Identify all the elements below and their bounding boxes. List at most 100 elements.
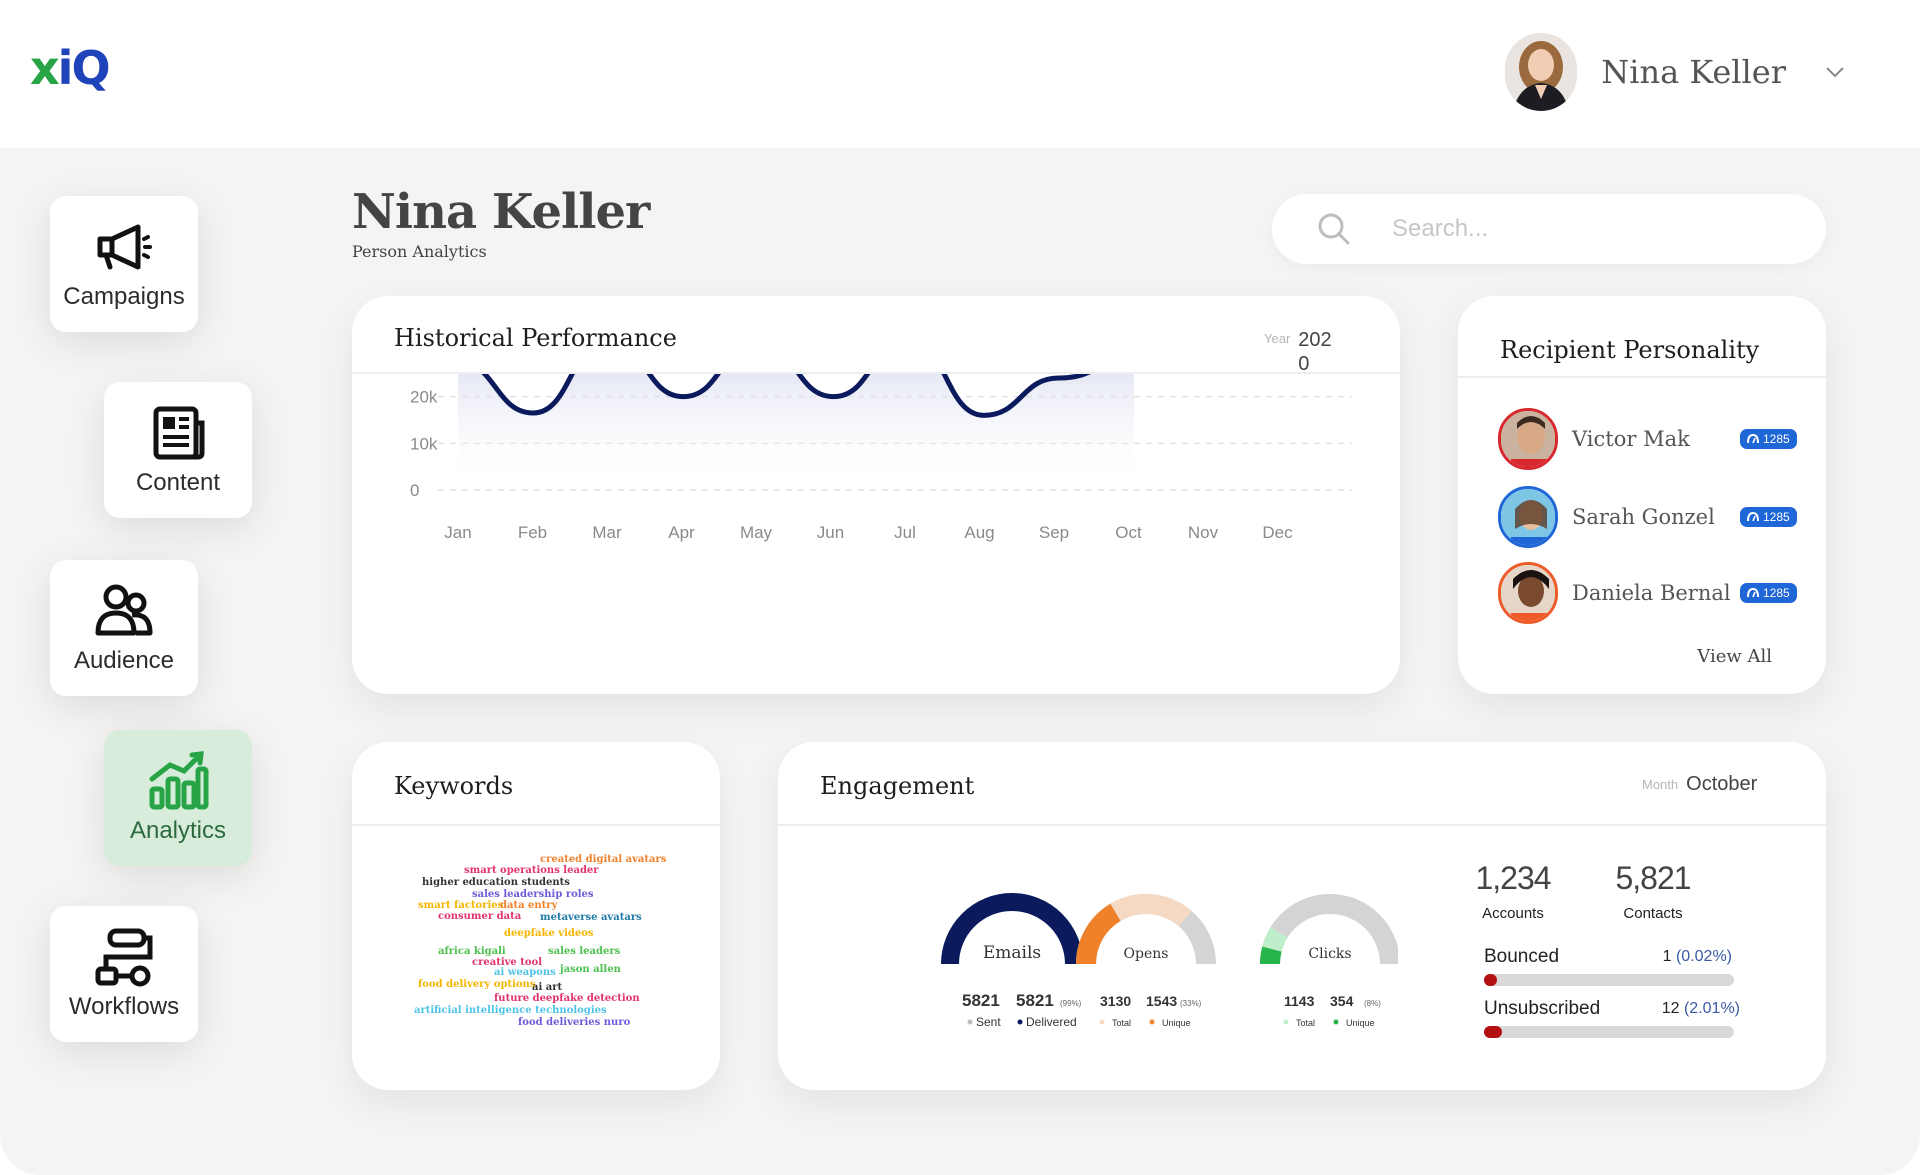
megaphone-icon — [97, 224, 152, 270]
nav-workflows[interactable]: Workflows — [50, 906, 198, 1042]
keyword-cloud: created digital avatars smart operations… — [352, 742, 720, 1090]
page-title: Nina Keller — [352, 184, 650, 240]
nav-content[interactable]: Content — [104, 382, 252, 518]
page-subtitle: Person Analytics — [352, 242, 487, 261]
list-item[interactable]: Daniela Bernal 1285 — [1498, 560, 1818, 626]
x-tick-label: Dec — [1262, 523, 1293, 542]
gauge-unique: 5821 — [1016, 991, 1054, 1010]
gauge-total: 5821 — [962, 991, 1000, 1010]
chevron-down-icon[interactable] — [1824, 61, 1846, 83]
nav-label: Analytics — [129, 817, 227, 844]
gauge-icon — [1747, 512, 1759, 522]
year-selector[interactable]: Year 2020 — [1264, 328, 1340, 376]
xiq-logo[interactable]: xiQ — [30, 44, 111, 92]
bounced-bar — [1484, 974, 1734, 986]
gauge-name: Emails — [983, 943, 1041, 963]
nav-audience[interactable]: Audience — [50, 560, 198, 696]
x-tick-label: Mar — [592, 523, 622, 542]
bar-fill — [1484, 1026, 1502, 1038]
stat-accounts: 1,234 Accounts — [1468, 860, 1558, 922]
keyword: sales leadership roles — [472, 889, 594, 900]
list-item[interactable]: Victor Mak 1285 — [1498, 406, 1818, 472]
x-tick-label: Aug — [964, 523, 994, 542]
month-selector[interactable]: Month October — [1642, 772, 1766, 796]
gauge-unique-pct: (33%) — [1180, 999, 1202, 1008]
x-tick-label: May — [740, 523, 773, 542]
user-name: Nina Keller — [1601, 53, 1786, 91]
list-item[interactable]: Sarah Gonzel 1285 — [1498, 484, 1818, 550]
year-label: Year — [1264, 331, 1291, 346]
bar-label: Bounced — [1484, 946, 1560, 967]
avatar — [1498, 408, 1558, 470]
x-tick-label: Jun — [817, 523, 844, 542]
users-icon — [95, 584, 153, 636]
keyword: ai art — [532, 982, 563, 993]
stat-value: 5,821 — [1615, 860, 1691, 896]
bar-fill — [1484, 974, 1497, 986]
bar-pct: (2.01%) — [1683, 1000, 1740, 1017]
nav-label: Campaigns — [63, 283, 185, 310]
legend-label: Sent — [976, 1015, 1001, 1029]
card-title: Engagement — [820, 772, 975, 800]
stat-value: 1,234 — [1475, 860, 1551, 896]
card-title: Recipient Personality — [1500, 336, 1760, 364]
y-tick-label: 20k — [410, 388, 438, 407]
legend-dot — [967, 1019, 973, 1025]
recipient-personality-card: Recipient Personality Victor Mak 1285 Sa… — [1458, 296, 1826, 694]
card-title: Historical Performance — [394, 324, 677, 352]
x-tick-label: Feb — [518, 523, 547, 542]
legend-dot — [1333, 1019, 1339, 1025]
gauge-unique: 1543 — [1146, 993, 1177, 1009]
avatar — [1505, 33, 1578, 111]
keyword: higher education students — [422, 877, 570, 888]
legend-label: Unique — [1346, 1018, 1375, 1028]
keyword: food deliveries nuro — [518, 1017, 631, 1028]
gauge-total: 1143 — [1284, 993, 1315, 1009]
x-tick-label: Jan — [444, 523, 471, 542]
newspaper-icon — [153, 406, 205, 460]
month-value: October — [1686, 773, 1758, 795]
stat-label: Contacts — [1623, 905, 1683, 922]
gauge-name: Clicks — [1308, 946, 1351, 962]
person-name: Daniela Bernal — [1572, 581, 1731, 605]
engagement-gauges: Emails 5821 5821 (99%) Sent Delivered Opens 313… — [941, 893, 1398, 1029]
legend-label: Delivered — [1026, 1015, 1077, 1029]
stat-label: Accounts — [1482, 905, 1544, 922]
nav-analytics[interactable]: Analytics — [104, 730, 252, 866]
keyword: artificial intelligence technologies — [414, 1005, 607, 1016]
user-menu[interactable]: Nina Keller — [1505, 32, 1846, 112]
historical-performance-card: Historical Performance Year 2020 0 10k 20k… — [352, 296, 1400, 694]
nav-label: Workflows — [68, 993, 180, 1020]
count-badge: 1285 — [1740, 429, 1797, 449]
bar-label: Unsubscribed — [1484, 998, 1601, 1019]
workflow-icon — [95, 928, 153, 987]
search-bar[interactable] — [1272, 194, 1826, 264]
keyword: sales leaders — [548, 946, 621, 957]
keyword: data entry — [500, 900, 558, 911]
view-all-link[interactable]: View All — [1697, 646, 1772, 667]
person-name: Sarah Gonzel — [1572, 505, 1715, 529]
legend-label: Total — [1112, 1018, 1131, 1028]
gauge-unique-arc — [1076, 903, 1121, 965]
legend-dot — [1283, 1019, 1289, 1025]
x-tick-label: Oct — [1115, 523, 1142, 542]
gauge-unique-pct: (99%) — [1060, 999, 1082, 1008]
chart-icon — [149, 751, 209, 810]
engagement-card: Engagement Month October Emails 5821 5821 (… — [778, 742, 1826, 1090]
year-value: 2020 — [1298, 329, 1332, 375]
count-badge: 1285 — [1740, 583, 1797, 603]
top-bar: xiQ Nina Keller — [0, 0, 1920, 148]
badge-count: 1285 — [1763, 510, 1790, 524]
search-input[interactable] — [1392, 215, 1752, 243]
search-icon — [1318, 213, 1350, 245]
legend-label: Unique — [1162, 1018, 1191, 1028]
nav-campaigns[interactable]: Campaigns — [50, 196, 198, 332]
keyword: smart operations leader — [464, 865, 599, 876]
divider — [1458, 376, 1826, 378]
avatar — [1498, 486, 1558, 548]
unsubscribed-row: Unsubscribed 12 (2.01%) — [1484, 998, 1740, 1020]
gauge-name: Opens — [1124, 946, 1169, 962]
stat-contacts: 5,821 Contacts — [1608, 860, 1698, 922]
x-tick-label: Jul — [894, 523, 916, 542]
keyword: deepfake videos — [504, 928, 594, 939]
